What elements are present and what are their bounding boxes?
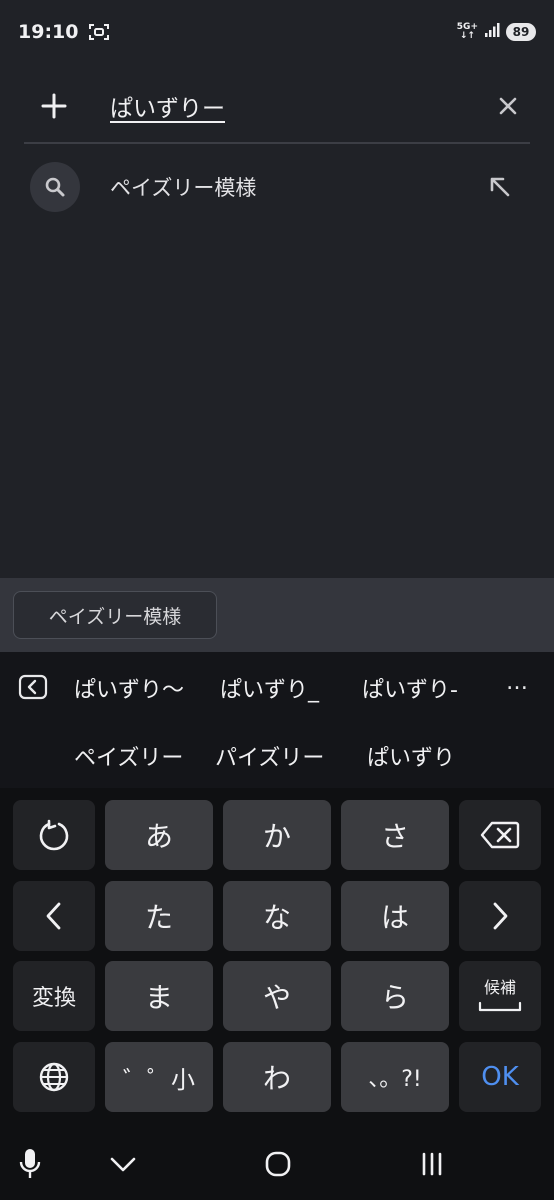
fill-query-button[interactable] — [480, 167, 520, 207]
chevron-left-box-icon — [18, 674, 48, 700]
chevron-left-icon — [46, 902, 61, 930]
battery-badge: 89 — [506, 23, 536, 41]
key-ra[interactable]: ら — [341, 961, 449, 1031]
home-button[interactable] — [258, 1144, 298, 1184]
key-ta[interactable]: た — [105, 881, 213, 951]
henkan-key[interactable]: 変換 — [13, 961, 95, 1031]
signal-icon — [484, 22, 500, 42]
hide-keyboard-button[interactable] — [103, 1144, 143, 1184]
home-icon — [265, 1151, 291, 1177]
network-activity-arrows: ↓↑ — [459, 31, 475, 41]
key-a[interactable]: あ — [105, 800, 213, 870]
chevron-right-icon — [493, 902, 508, 930]
suggestion-row[interactable]: ペイズリー模様 — [24, 158, 530, 216]
add-button[interactable] — [24, 76, 84, 136]
candidate-2[interactable]: ぱいずり_ — [220, 672, 319, 704]
kouho-label: 候補 — [483, 978, 516, 997]
candidate-3[interactable]: ぱいずり- — [362, 672, 458, 704]
undo-icon — [39, 819, 69, 851]
voice-input-button[interactable] — [10, 1144, 50, 1184]
key-ma[interactable]: ま — [105, 961, 213, 1031]
recent-apps-button[interactable] — [412, 1144, 452, 1184]
candidate-area: ぱいずり〜 ぱいずり_ ぱいずり- … ペイズリー パイズリー ぱいずり — [0, 652, 554, 788]
search-input[interactable]: ぱいずりー — [110, 89, 225, 123]
clear-search-button[interactable] — [486, 84, 530, 128]
suggestion-chip-strip: ペイズリー模様 — [0, 578, 554, 652]
modifier-key[interactable]: ゛゜小 — [105, 1042, 213, 1112]
key-ka[interactable]: か — [223, 800, 331, 870]
arrow-up-left-icon — [490, 177, 510, 197]
key-na[interactable]: な — [223, 881, 331, 951]
candidate-5[interactable]: パイズリー — [215, 740, 324, 772]
key-wa[interactable]: わ — [223, 1042, 331, 1112]
punctuation-key[interactable]: 、。?! — [341, 1042, 449, 1112]
close-icon — [499, 97, 517, 115]
chevron-down-icon — [110, 1157, 136, 1172]
cursor-left-key[interactable] — [13, 881, 95, 951]
status-bar: 19:10 5G+ ↓↑ 89 — [0, 0, 554, 64]
candidate-4[interactable]: ペイズリー — [74, 740, 183, 772]
navigation-bar — [0, 1122, 554, 1200]
key-sa[interactable]: さ — [341, 800, 449, 870]
search-bar: ぱいずりー — [24, 70, 530, 142]
language-key[interactable] — [13, 1042, 95, 1112]
backspace-icon — [480, 821, 520, 849]
screen-capture-icon — [88, 23, 110, 41]
candidate-row-2: ペイズリー パイズリー ぱいずり — [0, 734, 554, 774]
network-type: 5G+ ↓↑ — [457, 23, 478, 41]
space-icon — [478, 1001, 522, 1012]
candidate-1[interactable]: ぱいずり〜 — [74, 672, 184, 704]
key-ha[interactable]: は — [341, 881, 449, 951]
cursor-right-key[interactable] — [459, 881, 541, 951]
undo-key[interactable] — [13, 800, 95, 870]
plus-icon — [41, 93, 67, 119]
candidate-collapse-button[interactable] — [18, 674, 48, 700]
search-divider — [24, 142, 530, 144]
status-time: 19:10 — [18, 21, 79, 43]
ok-key[interactable]: OK — [459, 1042, 541, 1112]
more-candidates-button[interactable]: … — [506, 670, 529, 695]
globe-icon — [39, 1062, 69, 1092]
suggestion-chip[interactable]: ペイズリー模様 — [13, 591, 217, 639]
keyboard: ぱいずり〜 ぱいずり_ ぱいずり- … ペイズリー パイズリー ぱいずり あ か… — [0, 652, 554, 1200]
kouho-space-key[interactable]: 候補 — [459, 961, 541, 1031]
recents-icon — [422, 1152, 442, 1176]
search-icon — [45, 177, 65, 197]
key-ya[interactable]: や — [223, 961, 331, 1031]
search-icon-circle — [30, 162, 80, 212]
candidate-row-1: ぱいずり〜 ぱいずり_ ぱいずり- … — [0, 666, 554, 706]
candidate-6[interactable]: ぱいずり — [367, 740, 455, 772]
suggestion-text: ペイズリー模様 — [110, 176, 257, 200]
backspace-key[interactable] — [459, 800, 541, 870]
microphone-icon — [19, 1149, 41, 1178]
